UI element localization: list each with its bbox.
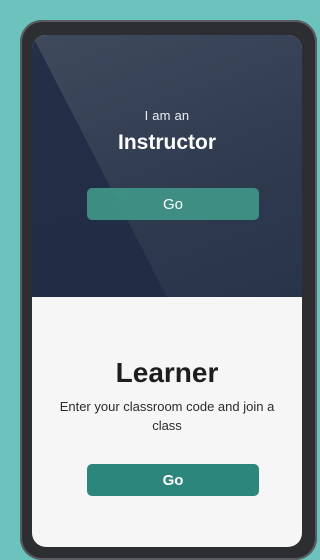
instructor-title: Instructor: [117, 131, 216, 154]
phone-frame: I am an Instructor Go Learner Enter your…: [20, 20, 317, 560]
learner-go-button[interactable]: Go: [87, 464, 259, 496]
learner-title: Learner: [115, 357, 219, 388]
app-screen: I am an Instructor Go Learner Enter your…: [32, 35, 302, 547]
instructor-panel: I am an Instructor Go: [32, 35, 302, 297]
instructor-go-button[interactable]: Go: [87, 188, 259, 220]
instructor-kicker: I am an: [144, 108, 190, 123]
learner-description: Enter your classroom code and join a cla…: [59, 399, 275, 433]
diagonal-shade-decoration: [32, 35, 167, 297]
